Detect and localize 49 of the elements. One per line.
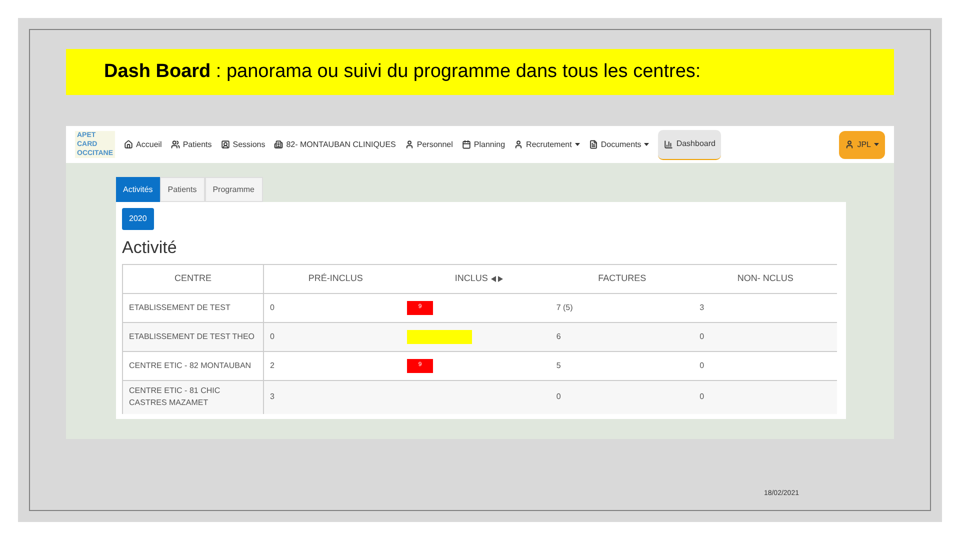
year-button[interactable]: 2020 xyxy=(122,208,154,230)
column-header: INCLUS xyxy=(454,272,488,285)
nav-item[interactable]: Recrutement xyxy=(514,130,580,160)
bar-chart-icon xyxy=(664,140,674,148)
nav-item[interactable]: Planning xyxy=(462,130,506,160)
table-cell: 6 xyxy=(556,330,561,342)
column-header: PRÉ-INCLUS xyxy=(308,272,363,285)
table-cell: 3 xyxy=(270,391,274,403)
nav-item[interactable]: Personnel xyxy=(404,130,453,160)
tab[interactable]: Activités xyxy=(116,177,160,202)
slide-title: Dash Board : panorama ou suivi du programme dans tous les centres: xyxy=(66,49,894,95)
nav-item[interactable]: 82- MONTAUBAN CLINIQUES xyxy=(274,130,396,160)
column-header: FACTURES xyxy=(598,272,646,285)
users-icon xyxy=(170,140,180,149)
column-header: NON- NCLUS xyxy=(737,272,794,285)
user-menu-button[interactable]: JPL xyxy=(839,130,885,158)
building-icon xyxy=(274,140,284,149)
table-cell: 3 xyxy=(700,302,704,314)
nav-item[interactable]: Accueil xyxy=(124,130,162,160)
table-cell: 0 xyxy=(700,360,704,372)
table-cell: 0 xyxy=(270,330,274,342)
home-icon xyxy=(124,140,134,149)
calendar-icon xyxy=(462,140,471,149)
people-icon xyxy=(220,140,230,149)
table-cell: ETABLISSEMENT DE TEST THEO xyxy=(129,330,255,342)
table-cell: 5 xyxy=(556,360,561,372)
table-cell-text: CENTRE ETIC - 81 CHIC CASTRES MAZAMET xyxy=(129,385,222,409)
tab[interactable]: Patients xyxy=(160,177,205,202)
table-cell: CENTRE ETIC - 82 MONTAUBAN xyxy=(129,360,252,372)
table-cell: 0 xyxy=(556,391,561,403)
user-icon xyxy=(404,140,414,149)
column-header: CENTRE xyxy=(174,272,212,285)
nav-item[interactable]: Documents xyxy=(588,130,650,160)
table-cell: 7 (5) xyxy=(556,302,573,314)
sort-arrows-icon xyxy=(490,276,503,282)
table-cell: 0 xyxy=(700,391,704,403)
table-cell: 0 xyxy=(270,302,274,314)
tab[interactable]: Programme xyxy=(204,177,262,202)
table-cell: ETABLISSEMENT DE TEST xyxy=(129,302,230,314)
table-cell: 2 xyxy=(270,360,274,372)
caret-icon xyxy=(874,143,879,146)
nav-item[interactable]: Patients xyxy=(170,130,212,160)
user-icon xyxy=(845,140,854,149)
section-heading: Activité xyxy=(122,237,177,259)
nav-item[interactable]: Sessions xyxy=(220,130,266,160)
file-icon xyxy=(588,140,598,149)
user-icon xyxy=(514,140,524,149)
nav-item[interactable]: Dashboard xyxy=(658,130,722,160)
table-cell: 0 xyxy=(700,330,704,342)
